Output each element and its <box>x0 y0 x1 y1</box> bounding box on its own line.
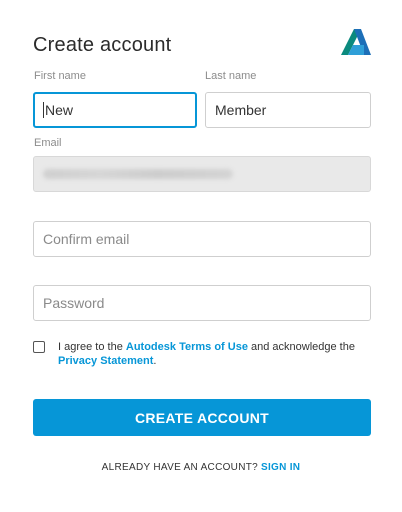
password-input[interactable]: Password <box>33 285 371 321</box>
email-value-redacted <box>43 169 233 179</box>
privacy-statement-link[interactable]: Privacy Statement <box>58 355 153 367</box>
agree-checkbox[interactable] <box>33 341 45 353</box>
page-title: Create account <box>33 34 172 56</box>
agreement-text: I agree to the Autodesk Terms of Use and… <box>58 340 368 368</box>
first-name-value: New <box>45 102 74 118</box>
agreement-text-1: I agree to the <box>58 341 126 353</box>
create-account-page: Create account First name Last name New … <box>0 0 402 512</box>
password-placeholder: Password <box>43 295 105 311</box>
last-name-input[interactable]: Member <box>205 92 371 128</box>
confirm-email-placeholder: Confirm email <box>43 231 130 247</box>
sign-in-prompt: ALREADY HAVE AN ACCOUNT? SIGN IN <box>0 462 402 473</box>
have-account-text: ALREADY HAVE AN ACCOUNT? <box>101 462 258 473</box>
email-field <box>33 156 371 192</box>
agreement-text-3: . <box>153 355 157 367</box>
first-name-input[interactable]: New <box>33 92 197 128</box>
first-name-label: First name <box>34 70 86 82</box>
autodesk-logo-icon <box>341 29 371 55</box>
text-caret <box>43 102 44 118</box>
last-name-value: Member <box>215 102 267 118</box>
sign-in-link[interactable]: SIGN IN <box>261 462 300 473</box>
create-account-button[interactable]: CREATE ACCOUNT <box>33 399 371 436</box>
email-label: Email <box>34 137 62 149</box>
terms-of-use-link[interactable]: Autodesk Terms of Use <box>126 341 248 353</box>
confirm-email-input[interactable]: Confirm email <box>33 221 371 257</box>
agreement-text-2: and acknowledge the <box>247 341 355 353</box>
last-name-label: Last name <box>205 70 257 82</box>
